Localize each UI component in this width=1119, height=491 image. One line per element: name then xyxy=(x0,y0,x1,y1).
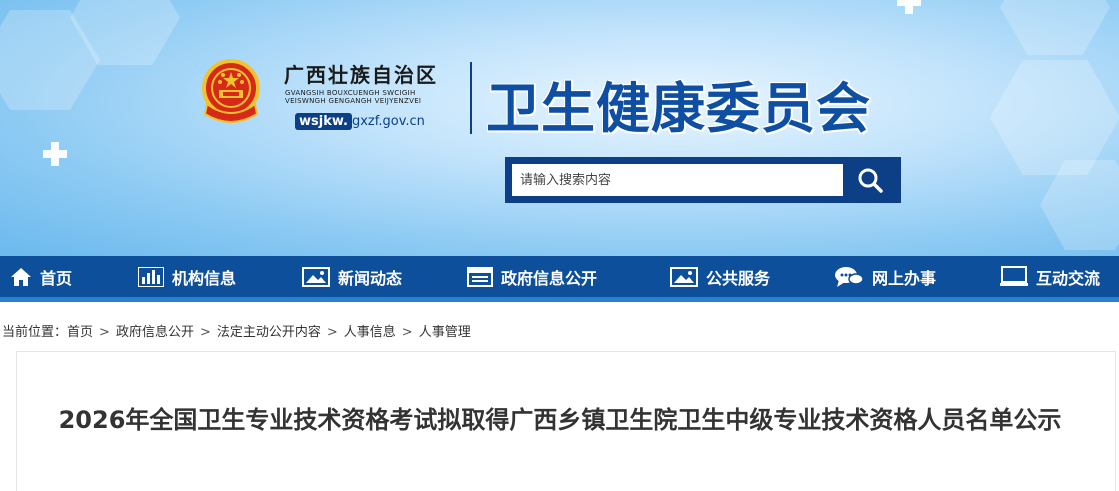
nav-item-gov-info[interactable]: 政府信息公开 xyxy=(467,256,597,297)
nav-item-home[interactable]: 首页 xyxy=(10,256,72,297)
article-title: 2026年全国卫生专业技术资格考试拟取得广西乡镇卫生院卫生中级专业技术资格人员名… xyxy=(58,406,1062,434)
decor-hexagon xyxy=(1000,0,1110,55)
nav-item-label: 政府信息公开 xyxy=(501,268,598,288)
breadcrumb-link-home[interactable]: 首页 xyxy=(67,325,93,340)
committee-title[interactable]: 卫生健康委员会 xyxy=(486,64,871,143)
nav-item-institution[interactable]: 机构信息 xyxy=(138,256,236,297)
region-pinyin: GVANGSIH BOUXCUENGH SWCIGIH VEISWNGH GEN… xyxy=(285,89,460,105)
home-icon xyxy=(10,267,32,287)
domain-prefix: wsjkw. xyxy=(295,113,352,130)
building-icon xyxy=(467,266,493,287)
breadcrumb-separator: > xyxy=(401,325,413,340)
header-divider xyxy=(470,62,472,134)
decor-plus-icon xyxy=(43,142,67,166)
decor-hexagon xyxy=(990,60,1119,175)
nav-item-label: 网上办事 xyxy=(872,268,937,288)
search-input[interactable] xyxy=(512,164,843,196)
breadcrumb-separator: > xyxy=(326,325,338,340)
nav-item-label: 新闻动态 xyxy=(338,268,403,288)
breadcrumb-link-personnel-mgmt[interactable]: 人事管理 xyxy=(419,325,471,340)
search-button[interactable] xyxy=(845,164,895,196)
national-emblem-icon xyxy=(202,59,260,123)
nav-item-label: 互动交流 xyxy=(1036,268,1101,288)
breadcrumb-link-gov-info[interactable]: 政府信息公开 xyxy=(116,325,194,340)
region-pinyin-line: GVANGSIH BOUXCUENGH SWCIGIH xyxy=(285,89,416,97)
nav-item-interaction[interactable]: 互动交流 xyxy=(1000,256,1100,297)
search-box xyxy=(505,157,901,203)
breadcrumb-prefix: 当前位置： xyxy=(2,325,68,340)
header-banner: 广西壮族自治区 GVANGSIH BOUXCUENGH SWCIGIH VEIS… xyxy=(0,0,1119,256)
nav-item-online-service[interactable]: 网上办事 xyxy=(834,256,936,297)
breadcrumb-separator: > xyxy=(199,325,211,340)
bar-chart-icon xyxy=(138,266,164,287)
image-icon xyxy=(302,266,330,287)
domain-suffix: gxzf.gov.cn xyxy=(351,114,425,129)
monitor-icon xyxy=(1000,265,1028,288)
decor-plus-icon xyxy=(897,0,921,14)
breadcrumb-separator: > xyxy=(99,325,110,340)
nav-item-label: 公共服务 xyxy=(706,268,771,288)
main-nav: 首页 机构信息 新闻动态 政府信息公开 公共服务 网上办事 互动交流 xyxy=(0,256,1119,302)
breadcrumb-link-statutory[interactable]: 法定主动公开内容 xyxy=(217,325,321,340)
breadcrumb-link-personnel-info[interactable]: 人事信息 xyxy=(344,325,396,340)
nav-item-label: 机构信息 xyxy=(172,268,237,288)
site-domain[interactable]: wsjkw. gxzf.gov.cn xyxy=(295,113,425,130)
image-icon xyxy=(670,266,698,287)
region-name: 广西壮族自治区 xyxy=(284,63,438,87)
nav-item-public-service[interactable]: 公共服务 xyxy=(670,256,770,297)
search-icon xyxy=(858,168,883,193)
nav-item-label: 首页 xyxy=(40,268,73,288)
nav-item-news[interactable]: 新闻动态 xyxy=(302,256,402,297)
region-pinyin-line: VEISWNGH GENGANGH VEIJYENZVEI xyxy=(285,97,422,105)
chat-icon xyxy=(834,266,864,288)
breadcrumb: 当前位置：首页 > 政府信息公开 > 法定主动公开内容 > 人事信息 > 人事管理 xyxy=(2,321,471,340)
